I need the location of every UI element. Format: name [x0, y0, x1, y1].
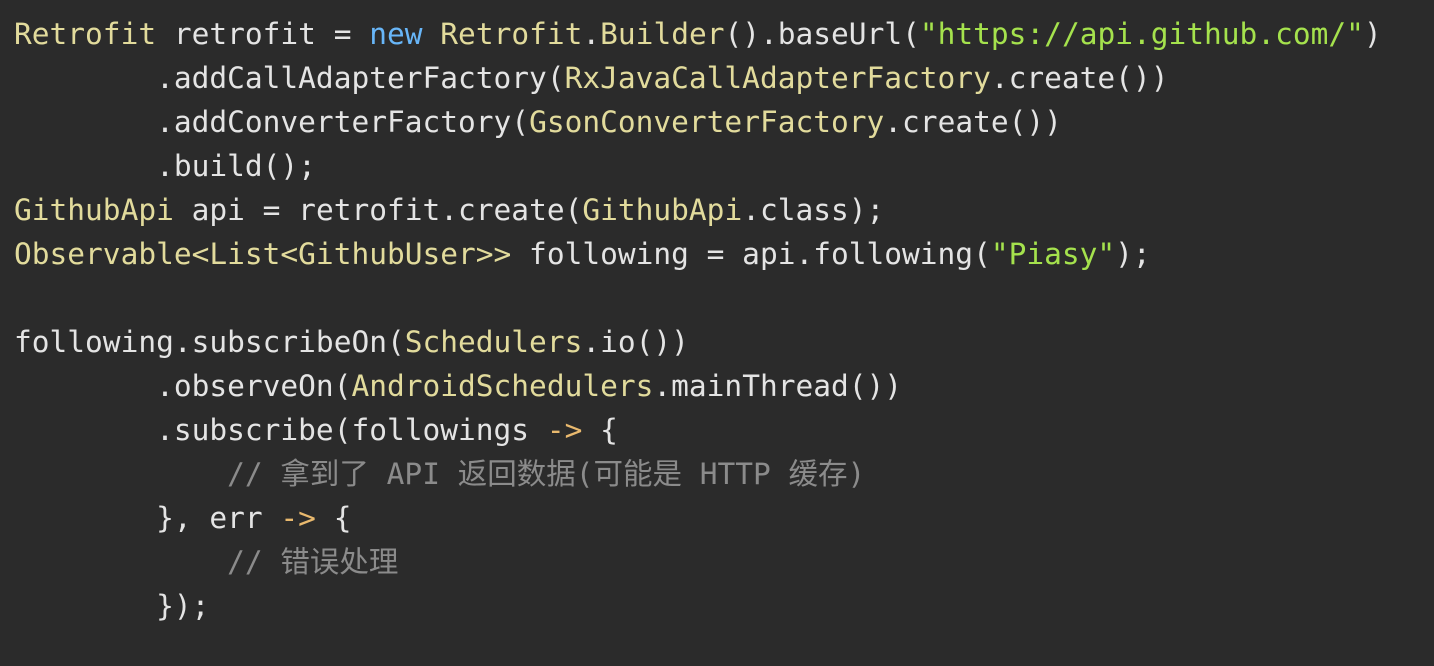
code-token: Retrofit: [440, 17, 583, 51]
code-token: GithubApi: [14, 193, 174, 227]
code-token: .observeOn(: [14, 369, 352, 403]
code-token: .create()): [884, 105, 1062, 139]
code-line: GithubApi api = retrofit.create(GithubAp…: [14, 188, 1382, 232]
code-line: }, err -> {: [14, 496, 1382, 540]
code-token: .io()): [582, 325, 689, 359]
code-line: });: [14, 584, 1382, 628]
code-line: Retrofit retrofit = new Retrofit.Builder…: [14, 12, 1382, 56]
code-token: new: [369, 17, 423, 51]
code-token: "Piasy": [990, 237, 1116, 271]
code-token: .build();: [14, 149, 316, 183]
code-line: .observeOn(AndroidSchedulers.mainThread(…: [14, 364, 1382, 408]
code-token: .subscribe(followings: [14, 413, 547, 447]
code-token: ().baseUrl(: [724, 17, 920, 51]
code-line: .subscribe(followings -> {: [14, 408, 1382, 452]
code-token: }, err: [14, 501, 281, 535]
code-token: "https://api.github.com/": [919, 17, 1364, 51]
code-token: .addCallAdapterFactory(: [14, 61, 565, 95]
code-block[interactable]: Retrofit retrofit = new Retrofit.Builder…: [14, 12, 1382, 628]
code-token: AndroidSchedulers: [351, 369, 654, 403]
code-token: ): [1363, 17, 1382, 51]
code-token: ->: [280, 501, 316, 535]
code-token: following.subscribeOn(: [14, 325, 405, 359]
code-token: Builder: [600, 17, 725, 51]
code-line: .addCallAdapterFactory(RxJavaCallAdapter…: [14, 56, 1382, 100]
code-line: // 拿到了 API 返回数据(可能是 HTTP 缓存): [14, 452, 1382, 496]
code-token: Schedulers: [404, 325, 583, 359]
code-token: {: [582, 413, 618, 447]
code-token: ->: [546, 413, 583, 447]
code-token: following = api.following(: [511, 237, 991, 271]
code-editor[interactable]: Retrofit retrofit = new Retrofit.Builder…: [0, 0, 1434, 666]
code-comment: // 拿到了 API 返回数据(可能是 HTTP 缓存): [14, 457, 866, 491]
code-token: .class);: [742, 193, 885, 227]
code-token: );: [1115, 237, 1151, 271]
code-token: GsonConverterFactory: [529, 105, 885, 139]
code-line: Observable<List<GithubUser>> following =…: [14, 232, 1382, 276]
code-token: Retrofit: [14, 17, 157, 51]
code-token: .create()): [990, 61, 1169, 95]
code-token: });: [14, 589, 210, 623]
code-token: .mainThread()): [653, 369, 903, 403]
code-token: .addConverterFactory(: [14, 105, 530, 139]
code-comment: // 错误处理: [14, 545, 399, 579]
code-token: RxJavaCallAdapterFactory: [564, 61, 991, 95]
code-line: following.subscribeOn(Schedulers.io()): [14, 320, 1382, 364]
code-line: .build();: [14, 144, 1382, 188]
code-token: {: [315, 501, 352, 535]
code-token: retrofit =: [156, 17, 370, 51]
code-token: GithubApi: [582, 193, 743, 227]
code-line: .addConverterFactory(GsonConverterFactor…: [14, 100, 1382, 144]
code-token: Observable<List<GithubUser>>: [14, 237, 512, 271]
code-token: .: [582, 17, 601, 51]
code-token: api = retrofit.create(: [173, 193, 583, 227]
code-line: // 错误处理: [14, 540, 1382, 584]
